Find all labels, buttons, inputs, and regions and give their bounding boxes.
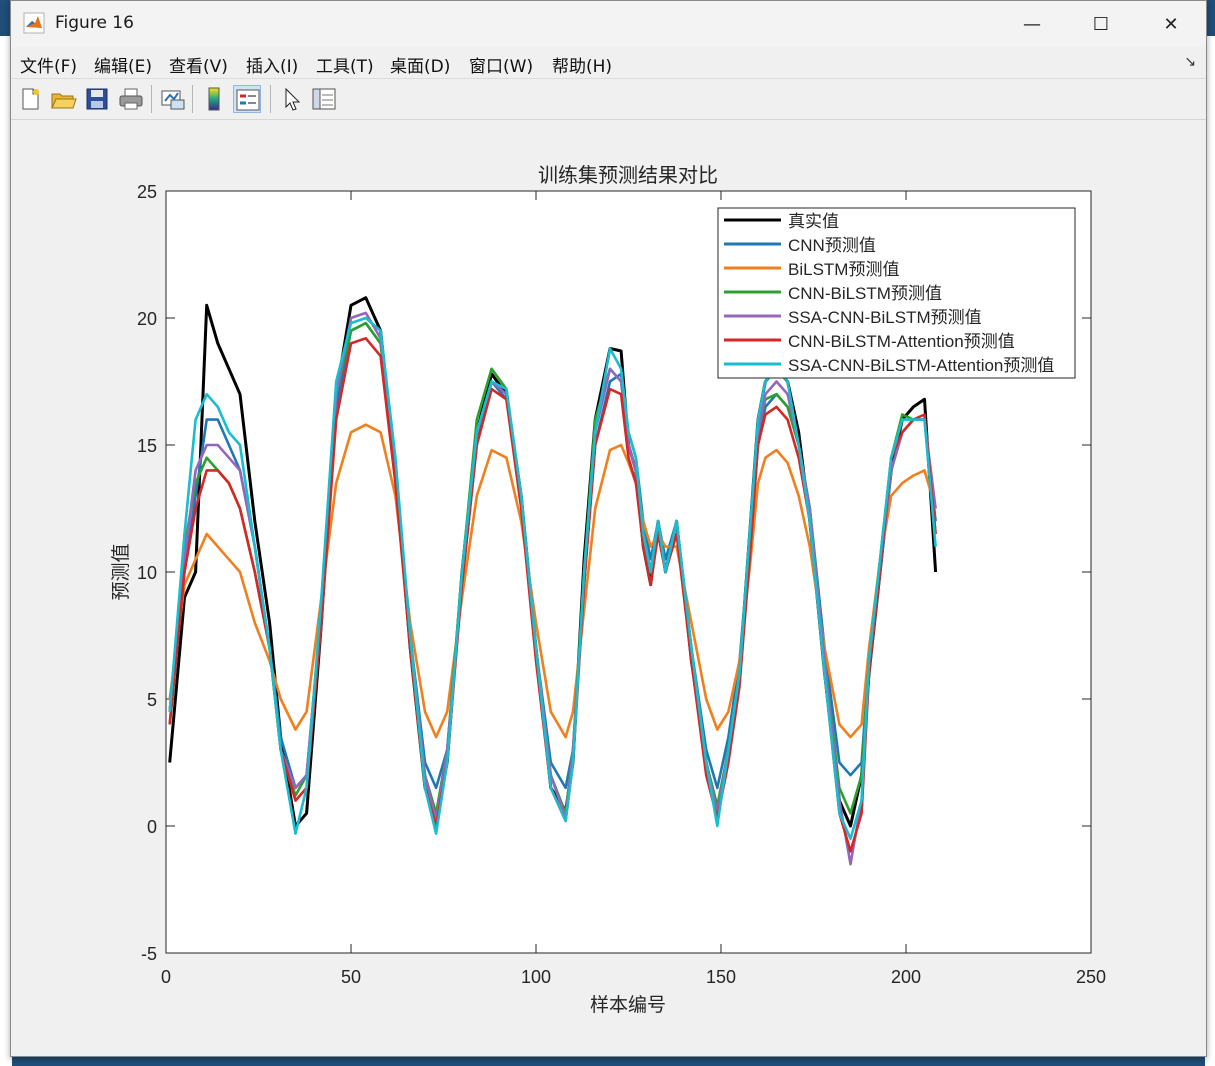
legend-entry-label: 真实值 [788, 212, 839, 231]
menu-desktop[interactable]: 桌面(D) [390, 52, 450, 77]
y-tick-label: 0 [147, 817, 157, 837]
y-axis-label: 预测值 [110, 543, 132, 600]
minimize-icon: — [1023, 13, 1041, 35]
new-figure-icon[interactable] [16, 85, 44, 113]
toolbar [11, 79, 1206, 120]
figure-window: Figure 16 — ☐ ✕ 文件(F) 编辑(E) 查看(V) 插入(I) … [10, 0, 1207, 1057]
x-tick-label: 100 [521, 967, 551, 987]
y-tick-label: -5 [141, 944, 157, 964]
matlab-logo-icon [23, 12, 45, 34]
x-tick-label: 0 [161, 967, 171, 987]
y-tick-label: 10 [137, 563, 157, 583]
print-icon[interactable] [117, 85, 145, 113]
x-tick-label: 50 [341, 967, 361, 987]
chart-title: 训练集预测结果对比 [538, 163, 718, 187]
title-bar[interactable]: Figure 16 — ☐ ✕ [11, 1, 1206, 47]
x-tick-label: 200 [891, 967, 921, 987]
menu-tools[interactable]: 工具(T) [316, 52, 374, 77]
menu-file[interactable]: 文件(F) [20, 52, 77, 77]
x-tick-label: 150 [706, 967, 736, 987]
figure-canvas: 0 50 100 150 200 250-50510152025 训练集预测结果对比 样本… [110, 163, 1106, 1016]
window-title: Figure 16 [55, 13, 134, 33]
x-tick-label: 250 [1076, 967, 1106, 987]
legend-entry-label: SSA-CNN-BiLSTM-Attention预测值 [788, 356, 1054, 375]
link-plot-icon[interactable] [159, 85, 187, 113]
legend[interactable]: 真实值 CNN预测值 BiLSTM预测值 CNN-BiLSTM预测值 SSA-CNN-B… [717, 207, 1076, 379]
x-axis-label: 样本编号 [590, 994, 666, 1016]
dock-arrow-icon[interactable]: ↘ [1184, 54, 1196, 70]
legend-entry-label: CNN-BiLSTM预测值 [788, 284, 942, 303]
minimize-button[interactable]: — [998, 1, 1066, 47]
y-tick-label: 5 [147, 690, 157, 710]
menu-bar: 文件(F) 编辑(E) 查看(V) 插入(I) 工具(T) 桌面(D) 窗口(W… [11, 48, 1206, 79]
y-tick-label: 25 [137, 182, 157, 202]
pointer-icon[interactable] [278, 85, 306, 113]
legend-entry-label: BiLSTM预测值 [788, 260, 899, 279]
legend-entry-label: CNN-BiLSTM-Attention预测值 [788, 332, 1015, 351]
menu-help[interactable]: 帮助(H) [552, 52, 612, 77]
menu-insert[interactable]: 插入(I) [246, 52, 298, 77]
legend-entry-label: SSA-CNN-BiLSTM预测值 [788, 308, 982, 327]
save-icon[interactable] [83, 85, 111, 113]
maximize-button[interactable]: ☐ [1067, 1, 1135, 47]
close-icon: ✕ [1163, 13, 1179, 35]
open-file-icon[interactable] [49, 85, 77, 113]
close-button[interactable]: ✕ [1137, 1, 1205, 47]
colorbar-icon[interactable] [200, 85, 228, 113]
menu-window[interactable]: 窗口(W) [469, 52, 533, 77]
y-tick-label: 15 [137, 436, 157, 456]
legend-entry-label: CNN预测值 [788, 236, 876, 255]
legend-icon[interactable] [233, 85, 261, 113]
property-inspector-icon[interactable] [310, 85, 338, 113]
menu-edit[interactable]: 编辑(E) [94, 52, 152, 77]
menu-view[interactable]: 查看(V) [169, 52, 228, 77]
maximize-icon: ☐ [1092, 13, 1110, 35]
y-tick-label: 20 [137, 309, 157, 329]
